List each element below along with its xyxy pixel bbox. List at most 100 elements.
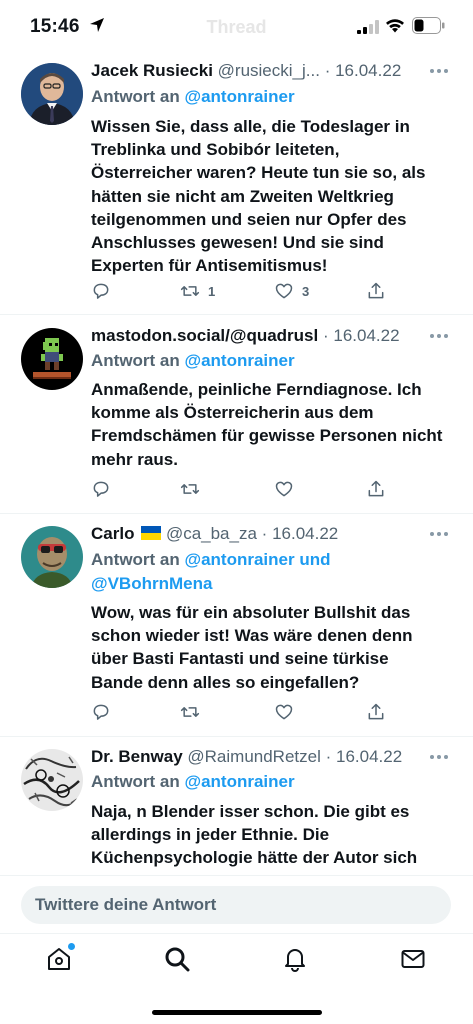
heart-icon [275, 704, 293, 720]
battery-icon [412, 17, 445, 34]
tweet-actions [91, 700, 391, 724]
tweet-actions: 1 3 [91, 279, 391, 303]
tweet-header: mastodon.social/@quadrusl · 16.04.22 [91, 324, 413, 348]
retweet-button[interactable] [180, 700, 200, 724]
retweet-icon [180, 484, 200, 494]
author-name[interactable]: Jacek Rusiecki [91, 61, 213, 80]
home-indicator [152, 1010, 322, 1015]
tweet-header: Carlo @ca_ba_za · 16.04.22 [91, 522, 413, 546]
separator: · [261, 524, 268, 543]
reply-icon [93, 283, 109, 299]
tweet-text-line: Naja, n Blender isser schon. Die gibt es [91, 802, 410, 821]
tweet[interactable]: Dr. Benway @RaimundRetzel · 16.04.22 Ant… [0, 737, 473, 875]
tweet-text-line: Treblinka und Sobibór leiteten, [91, 140, 340, 160]
tweet-date[interactable]: 16.04.22 [335, 61, 401, 80]
avatar[interactable] [21, 526, 83, 588]
tab-home[interactable] [46, 942, 76, 972]
avatar-image [21, 328, 83, 390]
reply-context: Antwort an @antonrainer und @VBohrnMena [91, 548, 457, 596]
mention-link[interactable]: @antonrainer [185, 772, 295, 791]
reply-input[interactable]: Twittere deine Antwort [21, 886, 451, 924]
retweet-count: 1 [208, 283, 216, 299]
wifi-icon [386, 19, 404, 33]
share-button[interactable] [366, 279, 386, 303]
tweet-text-line: Experten für Antisemitismus! [91, 256, 328, 276]
reply-context: Antwort an @antonrainer [91, 770, 457, 794]
tweet-date[interactable]: 16.04.22 [336, 747, 402, 766]
status-bar: Thread 15:46 [0, 0, 473, 52]
tweet[interactable]: Carlo @ca_ba_za · 16.04.22 Antwort an @a… [0, 514, 473, 737]
reply-prefix: Antwort an [91, 351, 180, 370]
tweet[interactable]: mastodon.social/@quadrusl · 16.04.22 Ant… [0, 315, 473, 514]
tweet-text-line: Fremdschämen für gewisse Personen nicht [91, 426, 443, 446]
reply-prefix: Antwort an [91, 550, 180, 569]
tweet-date[interactable]: 16.04.22 [333, 326, 399, 345]
tweet-text-line: Österreicher waren? Heute tun sie so, al… [91, 163, 426, 183]
retweet-button[interactable] [180, 477, 200, 501]
mention-link[interactable]: @antonrainer und [185, 550, 331, 569]
tweet-text: Wow, was für ein absoluter Bullshit das … [91, 601, 459, 694]
like-button[interactable]: 3 [274, 279, 309, 303]
reply-context: Antwort an @antonrainer [91, 85, 457, 109]
avatar[interactable] [21, 328, 83, 390]
tweet-text-line: Anschlusses gewesen! Und sie sind [91, 233, 384, 253]
avatar[interactable] [21, 63, 83, 125]
tweet-text: Anmaßende, peinliche Ferndiagnose. Ich k… [91, 378, 459, 471]
like-count: 3 [302, 283, 310, 299]
more-options-icon[interactable] [429, 754, 449, 760]
share-button[interactable] [366, 700, 386, 724]
author-name[interactable]: mastodon.social/@quadrusl [91, 326, 318, 345]
tweet-text-line: allerdings in jeder Ethnie. Die [91, 825, 330, 845]
tab-notifications[interactable] [282, 946, 308, 972]
reply-icon [93, 704, 109, 720]
tab-explore[interactable] [164, 946, 190, 972]
reply-button[interactable] [91, 477, 111, 501]
cellular-signal-icon [357, 20, 379, 34]
tweet-date[interactable]: 16.04.22 [272, 524, 338, 543]
tweet-actions [91, 477, 391, 501]
author-name[interactable]: Dr. Benway [91, 747, 183, 766]
tweet-text: Wissen Sie, dass alle, die Todeslager in… [91, 115, 459, 277]
more-options-icon[interactable] [429, 68, 449, 74]
tweet-header: Dr. Benway @RaimundRetzel · 16.04.22 [91, 745, 413, 769]
reply-icon [93, 481, 109, 497]
tweet-text-line: komme als Österreicherin aus dem [91, 403, 374, 423]
reply-prefix: Antwort an [91, 772, 180, 791]
share-button[interactable] [366, 477, 386, 501]
tweet-header: Jacek Rusiecki @rusiecki_j... · 16.04.22 [91, 59, 413, 83]
reply-context: Antwort an @antonrainer [91, 349, 457, 373]
share-icon [368, 480, 384, 497]
retweet-button[interactable]: 1 [180, 279, 215, 303]
like-button[interactable] [274, 477, 294, 501]
tweet-text-line: Wissen Sie, dass alle, die Todeslager in [91, 117, 410, 136]
mention-link[interactable]: @VBohrnMena [91, 572, 457, 596]
tweet-text-line: hätten sie nicht am Zweiten Weltkrieg [91, 186, 394, 206]
author-name[interactable]: Carlo [91, 524, 134, 543]
author-handle[interactable]: @rusiecki_j... [218, 61, 320, 80]
tab-messages[interactable] [400, 946, 426, 972]
tweet[interactable]: Jacek Rusiecki @rusiecki_j... · 16.04.22… [0, 52, 473, 315]
mention-link[interactable]: @antonrainer [185, 87, 295, 106]
tweet-text-line: teilgenommen und seien nur Opfer des [91, 209, 407, 229]
separator: · [322, 326, 329, 345]
more-options-icon[interactable] [429, 333, 449, 339]
reply-button[interactable] [91, 700, 111, 724]
retweet-icon [180, 286, 200, 296]
more-options-icon[interactable] [429, 531, 449, 537]
author-handle[interactable]: @ca_ba_za [166, 524, 257, 543]
reply-button[interactable] [91, 279, 111, 303]
tweet-text-line: mehr raus. [91, 449, 178, 469]
status-time: 15:46 [30, 16, 80, 37]
tweet-text-line: über Basti Fantasti und seine türkise [91, 649, 389, 669]
location-arrow-icon [90, 18, 104, 32]
mention-link[interactable]: @antonrainer [185, 351, 295, 370]
ukraine-flag-icon [141, 526, 162, 540]
avatar[interactable] [21, 749, 83, 811]
like-button[interactable] [274, 700, 294, 724]
separator: · [325, 747, 332, 766]
retweet-icon [180, 707, 200, 717]
author-handle[interactable]: @RaimundRetzel [187, 747, 320, 766]
tweet-text: Naja, n Blender isser schon. Die gibt es… [91, 800, 459, 870]
avatar-image [21, 526, 83, 588]
tweet-text-line: Wow, was für ein absoluter Bullshit das [91, 603, 411, 622]
